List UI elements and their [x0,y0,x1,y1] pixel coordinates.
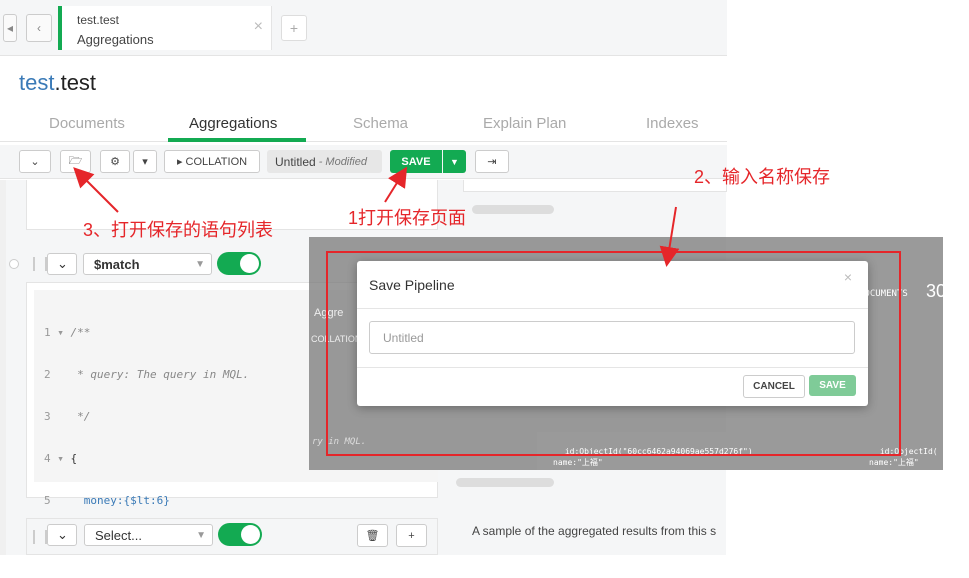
annotation-arrows [73,166,680,267]
arrow-to-save-button [384,166,408,203]
arrow-to-modal [659,206,680,267]
arrow-to-open-button [73,167,119,213]
